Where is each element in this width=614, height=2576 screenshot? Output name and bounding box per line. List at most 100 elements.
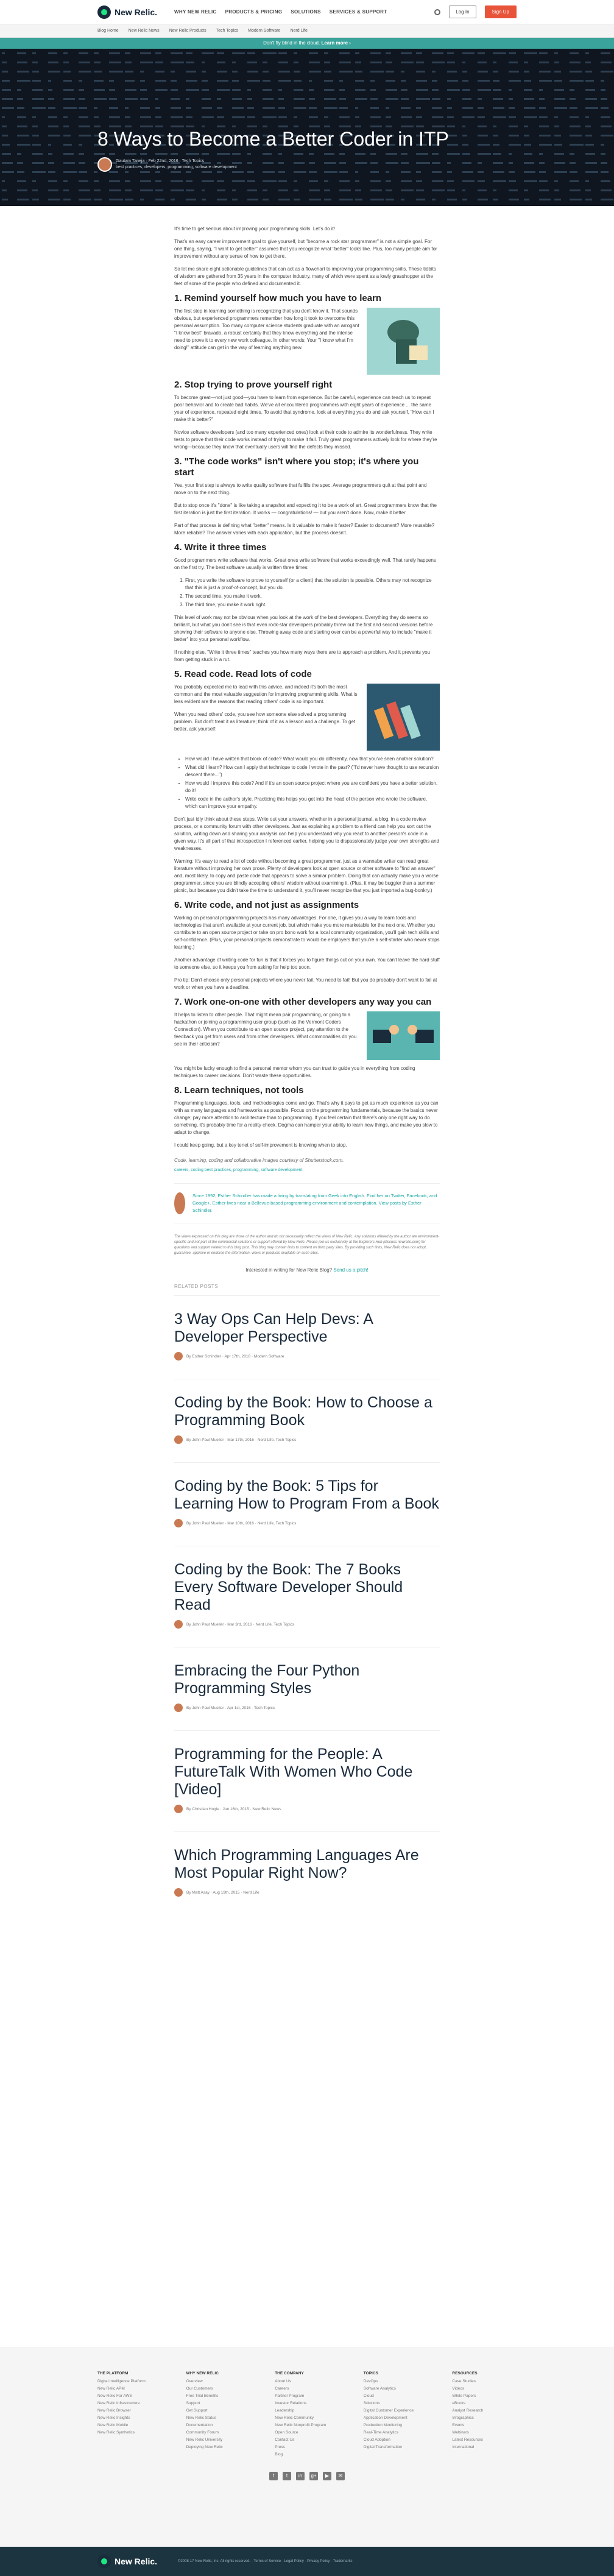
footer-link[interactable]: Get Support xyxy=(186,2408,251,2413)
avatar[interactable] xyxy=(174,1192,185,1214)
nav-solutions[interactable]: Solutions xyxy=(291,9,320,15)
signup-button[interactable]: Sign Up xyxy=(484,5,517,18)
footer-link[interactable]: Our Customers xyxy=(186,2387,251,2391)
login-button[interactable]: Log In xyxy=(449,5,476,18)
footer-link[interactable]: Cloud xyxy=(364,2394,428,2398)
footer: The Platform Digital Intelligence Platfor… xyxy=(0,2347,614,2576)
subnav-nerd-life[interactable]: Nerd Life xyxy=(290,29,307,33)
footer-link[interactable]: eBooks xyxy=(452,2401,517,2405)
footer-link[interactable]: Case Studies xyxy=(452,2379,517,2383)
footer-link[interactable]: International xyxy=(452,2445,517,2449)
related-post[interactable]: Which Programming Languages Are Most Pop… xyxy=(174,1831,440,1915)
related-post[interactable]: Coding by the Book: The 7 Books Every So… xyxy=(174,1546,440,1647)
footer-link[interactable]: New Relic Browser xyxy=(97,2408,162,2413)
footer-link[interactable]: Partner Program xyxy=(275,2394,339,2398)
related-post[interactable]: Programming for the People: A FutureTalk… xyxy=(174,1730,440,1831)
social-icon[interactable]: in xyxy=(296,2472,305,2480)
footer-link[interactable]: New Relic Community xyxy=(275,2416,339,2420)
subnav-news[interactable]: New Relic News xyxy=(129,29,160,33)
paragraph: That's an easy career improvement goal t… xyxy=(174,239,437,259)
nav-products-pricing[interactable]: Products & Pricing xyxy=(225,9,283,15)
pitch-link[interactable]: Send us a pitch! xyxy=(333,1267,368,1273)
footer-link[interactable]: About Us xyxy=(275,2379,339,2383)
subnav-tech-topics[interactable]: Tech Topics xyxy=(216,29,238,33)
paragraph: Warning: It's easy to read a lot of code… xyxy=(174,858,439,893)
nav-services-support[interactable]: Services & Support xyxy=(330,9,387,15)
promo-link[interactable]: Learn more › xyxy=(321,40,350,46)
footer-link[interactable]: Latest Resources xyxy=(452,2438,517,2442)
footer-column: The Platform Digital Intelligence Platfor… xyxy=(97,2371,162,2460)
related-post[interactable]: Embracing the Four Python Programming St… xyxy=(174,1647,440,1730)
footer-link[interactable]: Webinars xyxy=(452,2430,517,2435)
social-icon[interactable]: f xyxy=(269,2472,278,2480)
post-category[interactable]: Tech Topics xyxy=(182,159,204,163)
related-post[interactable]: Coding by the Book: 5 Tips for Learning … xyxy=(174,1462,440,1546)
article-tags[interactable]: careers, coding best practices, programm… xyxy=(174,1168,440,1172)
related-post-title[interactable]: Coding by the Book: 5 Tips for Learning … xyxy=(174,1477,440,1513)
related-post-title[interactable]: Programming for the People: A FutureTalk… xyxy=(174,1746,440,1799)
footer-link[interactable]: Cloud Adoption xyxy=(364,2438,428,2442)
footer-link[interactable]: Software Analytics xyxy=(364,2387,428,2391)
footer-link[interactable]: Application Development xyxy=(364,2416,428,2420)
footer-link[interactable]: New Relic Insights xyxy=(97,2416,162,2420)
section-heading: 4. Write it three times xyxy=(174,542,267,553)
footer-link[interactable]: Events xyxy=(452,2423,517,2427)
subnav-blog-home[interactable]: Blog Home xyxy=(97,29,119,33)
related-post-title[interactable]: Coding by the Book: The 7 Books Every So… xyxy=(174,1561,440,1614)
footer-link[interactable]: Production Monitoring xyxy=(364,2423,428,2427)
footer-link[interactable]: Blog xyxy=(275,2452,339,2457)
search-icon[interactable] xyxy=(434,9,441,15)
footer-link[interactable]: Real-Time Analytics xyxy=(364,2430,428,2435)
footer-logo[interactable]: New Relic. xyxy=(97,2555,157,2568)
footer-link[interactable]: Analyst Research xyxy=(452,2408,517,2413)
related-post[interactable]: 3 Way Ops Can Help Devs: A Developer Per… xyxy=(174,1295,440,1379)
footer-link[interactable]: Press xyxy=(275,2445,339,2449)
footer-link[interactable]: Deploying New Relic xyxy=(186,2445,251,2449)
related-post[interactable]: Coding by the Book: How to Choose a Prog… xyxy=(174,1379,440,1462)
post-tags[interactable]: best practices, developers, programming,… xyxy=(116,165,237,171)
author-name[interactable]: Gautam Taneja xyxy=(116,159,144,163)
subnav-modern-software[interactable]: Modern Software xyxy=(248,29,280,33)
related-post-title[interactable]: Coding by the Book: How to Choose a Prog… xyxy=(174,1394,440,1429)
footer-link[interactable]: Open Source xyxy=(275,2430,339,2435)
footer-link[interactable]: Digital Customer Experience xyxy=(364,2408,428,2413)
avatar[interactable] xyxy=(97,157,112,172)
subnav-products[interactable]: New Relic Products xyxy=(169,29,206,33)
footer-link[interactable]: Digital Intelligence Platform xyxy=(97,2379,162,2383)
footer-link[interactable]: Investor Relations xyxy=(275,2401,339,2405)
footer-link[interactable]: DevOps xyxy=(364,2379,428,2383)
footer-link[interactable]: New Relic Nonprofit Program xyxy=(275,2423,339,2427)
footer-link[interactable]: White Papers xyxy=(452,2394,517,2398)
nav-why-new-relic[interactable]: Why New Relic xyxy=(174,9,217,15)
footer-link[interactable]: New Relic Status xyxy=(186,2416,251,2420)
related-post-title[interactable]: Which Programming Languages Are Most Pop… xyxy=(174,1847,440,1882)
footer-link[interactable]: Infographics xyxy=(452,2416,517,2420)
footer-link[interactable]: New Relic For AWS xyxy=(97,2394,162,2398)
footer-link[interactable]: Documentation xyxy=(186,2423,251,2427)
social-icon[interactable]: g+ xyxy=(309,2472,318,2480)
promo-banner[interactable]: Don't fly blind in the cloud. Learn more… xyxy=(0,38,614,49)
footer-link[interactable]: New Relic APM xyxy=(97,2387,162,2391)
footer-link[interactable]: Free Trial Benefits xyxy=(186,2394,251,2398)
footer-link[interactable]: Contact Us xyxy=(275,2438,339,2442)
footer-link[interactable]: Solutions xyxy=(364,2401,428,2405)
new-relic-logo[interactable]: New Relic. xyxy=(97,5,157,19)
related-post-title[interactable]: 3 Way Ops Can Help Devs: A Developer Per… xyxy=(174,1311,440,1346)
footer-link[interactable]: New Relic Synthetics xyxy=(97,2430,162,2435)
footer-link[interactable]: Overview xyxy=(186,2379,251,2383)
footer-link[interactable]: Support xyxy=(186,2401,251,2405)
social-icon[interactable]: ✉ xyxy=(336,2472,345,2480)
footer-link[interactable]: Leadership xyxy=(275,2408,339,2413)
footer-link[interactable]: New Relic University xyxy=(186,2438,251,2442)
social-icon[interactable]: t xyxy=(283,2472,291,2480)
footer-link[interactable]: Community Forum xyxy=(186,2430,251,2435)
paragraph: Working on personal programming projects… xyxy=(174,915,440,950)
footer-link[interactable]: Videos xyxy=(452,2387,517,2391)
footer-link[interactable]: Digital Transformation xyxy=(364,2445,428,2449)
social-icon[interactable]: ▶ xyxy=(323,2472,331,2480)
footer-link[interactable]: Careers xyxy=(275,2387,339,2391)
footer-link[interactable]: New Relic Infrastructure xyxy=(97,2401,162,2405)
list-item: The third time, you make it work right. xyxy=(185,601,440,609)
related-post-title[interactable]: Embracing the Four Python Programming St… xyxy=(174,1662,440,1697)
footer-link[interactable]: New Relic Mobile xyxy=(97,2423,162,2427)
